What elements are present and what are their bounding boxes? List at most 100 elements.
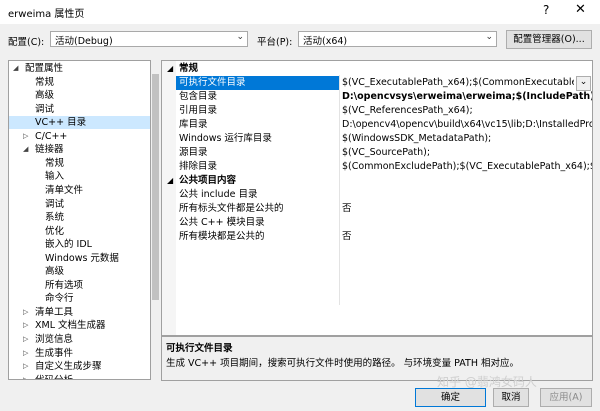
platform-value: 活动(x64) (303, 36, 348, 47)
property-name: 可执行文件目录 (176, 76, 339, 90)
tree-item[interactable]: 嵌入的 IDL (9, 238, 150, 251)
property-row[interactable]: 所有标头文件都是公共的 否 (162, 202, 592, 216)
tree-item-label: 嵌入的 IDL (45, 239, 92, 251)
tree-item-label: 清单工具 (35, 306, 74, 318)
property-value[interactable]: D:\opencvsys\erweima\erweima;$(IncludePa… (342, 90, 592, 104)
tree-item[interactable]: 命令行 (9, 292, 150, 305)
tree-item[interactable]: 高级 (9, 89, 150, 102)
property-value[interactable]: D:\opencv4\opencv\build\x64\vc15\lib;D:\… (342, 118, 592, 132)
tree-item[interactable]: 常规 (9, 157, 150, 170)
tree-item-label: 清单文件 (45, 184, 84, 196)
tree-item-label: 配置属性 (25, 63, 64, 74)
description-title: 可执行文件目录 (166, 343, 233, 354)
tree-item-label: 自定义生成步骤 (35, 361, 102, 373)
tree-item-label: 生成事件 (35, 347, 74, 359)
property-value[interactable]: $(WindowsSDK_MetadataPath); (342, 132, 592, 146)
property-row[interactable]: 可执行文件目录 $(VC_ExecutablePath_x64);$(Common… (162, 76, 592, 91)
tree-item-label: 链接器 (35, 144, 64, 156)
tree-item-label: 浏览信息 (35, 334, 74, 345)
config-dropdown[interactable]: 活动(Debug) ⌄ (50, 31, 248, 47)
window-title: erweima 属性页 (8, 9, 85, 20)
property-tree[interactable]: ◢ 配置属性 常规 高级 调试 VC++ 目录 ▷ C/C++ ◢ 链接器 常规 输入 清单文件 调试 系统… (8, 60, 151, 380)
tree-item-label: 优化 (45, 225, 65, 237)
tree-item[interactable]: 调试 (9, 198, 150, 211)
tree-scrollbar-thumb[interactable] (152, 74, 159, 300)
tree-item-label: 所有选项 (45, 279, 84, 291)
property-value[interactable]: $(VC_SourcePath); (342, 146, 592, 160)
expand-arrow-icon[interactable]: ▷ (23, 319, 28, 332)
property-name: 引用目录 (179, 105, 218, 116)
tree-item[interactable]: 高级 (9, 265, 150, 278)
tree-item[interactable]: ▷ 代码分析 (9, 374, 150, 379)
tree-item-label: Windows 元数据 (45, 252, 119, 264)
tree-item-label: 常规 (35, 76, 55, 88)
property-row[interactable]: 所有模块都是公共的 否 (162, 230, 592, 244)
tree-item[interactable]: ◢ 链接器 (9, 143, 150, 156)
property-row[interactable]: 排除目录 $(CommonExcludePath);$(VC_Executable… (162, 160, 592, 174)
grid-category[interactable]: ◢ 常规 (162, 62, 592, 76)
expand-arrow-icon[interactable]: ▷ (23, 306, 28, 319)
expand-arrow-icon[interactable]: ▷ (23, 333, 28, 346)
expand-arrow-icon[interactable]: ▷ (23, 130, 28, 143)
tree-item[interactable]: ▷ C/C++ (9, 130, 150, 143)
config-manager-button[interactable]: 配置管理器(O)... (506, 30, 592, 49)
chevron-down-icon[interactable]: ⌄ (576, 76, 591, 91)
property-row[interactable]: Windows 运行库目录 $(WindowsSDK_MetadataPath); (162, 132, 592, 146)
collapse-arrow-icon[interactable]: ◢ (23, 143, 28, 156)
tree-item-label: 输入 (45, 171, 65, 183)
tree-item[interactable]: ▷ XML 文档生成器 (9, 319, 150, 332)
property-row[interactable]: 公共 C++ 模块目录 (162, 216, 592, 230)
tree-item[interactable]: ▷ 生成事件 (9, 347, 150, 360)
property-value[interactable]: $(CommonExcludePath);$(VC_ExecutablePath… (342, 160, 592, 174)
tree-item[interactable]: 系统 (9, 211, 150, 224)
description-text: 生成 VC++ 项目期间，搜索可执行文件时使用的路径。 与环境变量 PATH 相… (166, 358, 519, 369)
cancel-button[interactable]: 取消 (493, 388, 529, 407)
property-row[interactable]: 源目录 $(VC_SourcePath); (162, 146, 592, 160)
expand-arrow-icon[interactable]: ▷ (23, 374, 28, 379)
collapse-arrow-icon[interactable]: ◢ (167, 174, 173, 188)
chevron-down-icon: ⌄ (485, 32, 493, 42)
platform-dropdown[interactable]: 活动(x64) ⌄ (298, 31, 497, 47)
property-row[interactable]: 包含目录 D:\opencvsys\erweima\erweima;$(Inclu… (162, 90, 592, 104)
tree-item-label: 调试 (45, 198, 65, 210)
tree-item[interactable]: VC++ 目录 (9, 116, 150, 130)
tree-item[interactable]: Windows 元数据 (9, 252, 150, 265)
tree-item[interactable]: ◢ 配置属性 (9, 62, 150, 75)
tree-item-label: 调试 (35, 103, 55, 115)
tree-item[interactable]: 优化 (9, 225, 150, 238)
tree-item[interactable]: 调试 (9, 103, 150, 116)
tree-item[interactable]: 常规 (9, 76, 150, 89)
close-button[interactable]: ✕ (575, 2, 586, 17)
tree-item-label: C/C++ (35, 130, 68, 142)
property-row[interactable]: 库目录 D:\opencv4\opencv\build\x64\vc15\lib;… (162, 118, 592, 132)
tree-item[interactable]: ▷ 清单工具 (9, 306, 150, 319)
property-grid[interactable]: ◢ 常规可执行文件目录 $(VC_ExecutablePath_x64);$(Com… (161, 60, 593, 336)
apply-button[interactable]: 应用(A) (540, 388, 592, 407)
property-name: 包含目录 (179, 91, 218, 102)
property-row[interactable]: 引用目录 $(VC_ReferencesPath_x64); (162, 104, 592, 118)
ok-button[interactable]: 确定 (415, 388, 486, 407)
tree-item[interactable]: 输入 (9, 170, 150, 183)
grid-category-title: 常规 (179, 63, 199, 74)
property-name: 公共 include 目录 (179, 189, 258, 200)
property-name: 所有模块都是公共的 (179, 231, 265, 242)
property-row[interactable]: 公共 include 目录 (162, 188, 592, 202)
tree-item[interactable]: ▷ 自定义生成步骤 (9, 360, 150, 373)
collapse-arrow-icon[interactable]: ◢ (13, 62, 18, 75)
help-button[interactable]: ? (543, 3, 549, 17)
tree-item[interactable]: 所有选项 (9, 279, 150, 292)
property-value[interactable]: $(VC_ExecutablePath_x64);$(CommonExecuta… (342, 76, 574, 90)
grid-category[interactable]: ◢ 公共项目内容 (162, 174, 592, 188)
tree-item-label: XML 文档生成器 (35, 320, 106, 332)
title-bar: erweima 属性页 ? ✕ (0, 0, 600, 24)
property-value[interactable]: 否 (342, 202, 592, 216)
property-value[interactable]: $(VC_ReferencesPath_x64); (342, 104, 592, 118)
tree-item[interactable]: ▷ 浏览信息 (9, 333, 150, 346)
property-value[interactable]: 否 (342, 230, 592, 244)
collapse-arrow-icon[interactable]: ◢ (167, 62, 173, 76)
platform-label: 平台(P): (257, 37, 293, 48)
tree-item[interactable]: 清单文件 (9, 184, 150, 197)
tree-item-label: 系统 (45, 212, 65, 224)
expand-arrow-icon[interactable]: ▷ (23, 347, 28, 360)
expand-arrow-icon[interactable]: ▷ (23, 360, 28, 373)
